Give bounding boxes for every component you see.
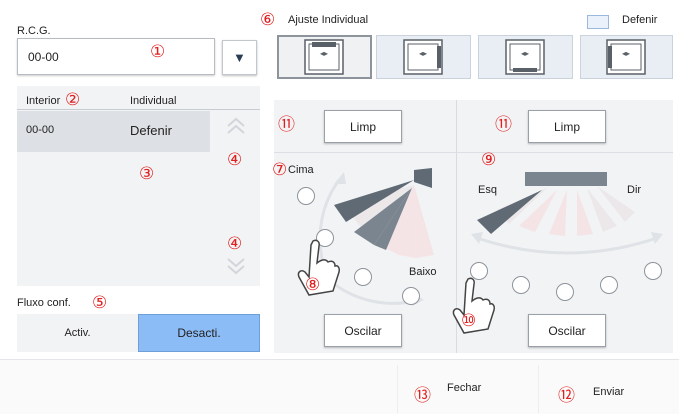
scroll-down-icon[interactable] <box>225 256 247 276</box>
fluxo-label: Fluxo conf. <box>17 297 71 309</box>
louver-1-button[interactable]: ◂▸ <box>277 35 372 79</box>
fluxo-activ-button[interactable]: Activ. <box>17 314 138 352</box>
callout-12: ⑫ <box>558 386 575 406</box>
callout-10: ⑩ <box>461 311 477 331</box>
vertical-oscilar-button[interactable]: Oscilar <box>324 314 402 347</box>
rcg-select[interactable]: 00-00 <box>17 38 215 75</box>
horizontal-radio-4[interactable] <box>600 276 618 294</box>
callout-8: ⑧ <box>305 275 321 295</box>
chevron-down-icon: ▼ <box>233 50 246 65</box>
horizontal-radio-5[interactable] <box>644 262 662 280</box>
vertical-radio-4[interactable] <box>402 287 420 305</box>
louver-3-icon: ◂▸ <box>505 39 545 75</box>
list-item[interactable]: 00-00 Defenir <box>17 111 210 152</box>
svg-text:◂▸: ◂▸ <box>419 49 427 58</box>
callout-2: ② <box>65 90 81 110</box>
fluxo-desacti-label: Desacti. <box>177 326 221 340</box>
louver-1-icon: ◂▸ <box>304 39 344 75</box>
louver-4-button[interactable]: ◂▸ <box>580 35 673 79</box>
ajuste-title: Ajuste Individual <box>288 14 369 26</box>
horizontal-oscilar-button[interactable]: Oscilar <box>528 314 606 347</box>
callout-5: ⑤ <box>92 293 108 313</box>
callout-4: ④ <box>227 150 243 170</box>
vertical-oscilar-label: Oscilar <box>344 323 382 338</box>
footer-bar <box>0 359 679 414</box>
callout-11: ⑪ <box>495 115 512 135</box>
louver-2-button[interactable]: ◂▸ <box>376 35 471 79</box>
vertical-radio-3[interactable] <box>354 268 372 286</box>
fluxo-toggle: Activ. Desacti. <box>17 314 260 352</box>
louver-4-icon: ◂▸ <box>606 39 646 75</box>
horizontal-limp-button[interactable]: Limp <box>528 110 606 143</box>
callout-9: ⑨ <box>481 150 497 170</box>
fluxo-activ-label: Activ. <box>64 327 91 339</box>
vertical-limp-label: Limp <box>349 119 376 134</box>
callout-3: ③ <box>139 164 155 184</box>
defenir-checkbox[interactable] <box>587 15 609 29</box>
horizontal-limp-label: Limp <box>553 119 580 134</box>
col-interior: Interior <box>26 95 61 107</box>
svg-text:◂▸: ◂▸ <box>622 49 630 58</box>
list-item-interior: 00-00 <box>26 124 55 136</box>
enviar-button[interactable]: Enviar <box>593 386 624 398</box>
horizontal-oscilar-label: Oscilar <box>548 323 586 338</box>
svg-text:◂▸: ◂▸ <box>320 49 328 58</box>
fluxo-desacti-button[interactable]: Desacti. <box>138 314 260 352</box>
callout-7: ⑦ <box>272 160 288 180</box>
rcg-dropdown-button[interactable]: ▼ <box>222 40 257 75</box>
horizontal-airflow-diagram <box>471 172 663 255</box>
horizontal-radio-2[interactable] <box>512 276 530 294</box>
scroll-up-icon[interactable] <box>225 116 247 136</box>
col-individual: Individual <box>130 95 177 107</box>
louver-3-button[interactable]: ◂▸ <box>478 35 573 79</box>
defenir-label: Defenir <box>622 14 658 26</box>
fechar-button[interactable]: Fechar <box>447 382 481 394</box>
svg-text:◂▸: ◂▸ <box>521 49 529 58</box>
rcg-label: R.C.G. <box>17 25 51 37</box>
footer-divider <box>397 365 398 413</box>
list-item-individual: Defenir <box>130 123 172 138</box>
callout-6: ⑥ <box>260 10 276 30</box>
vertical-limp-button[interactable]: Limp <box>324 110 402 143</box>
rcg-value: 00-00 <box>28 50 59 64</box>
callout-1: ① <box>150 42 166 62</box>
interior-list: Interior Individual 00-00 Defenir <box>17 86 260 286</box>
callout-11: ⑪ <box>278 115 295 135</box>
callout-4: ④ <box>227 234 243 254</box>
footer-divider <box>538 365 539 413</box>
horizontal-radio-3[interactable] <box>556 283 574 301</box>
callout-13: ⑬ <box>414 386 431 406</box>
vertical-radio-1[interactable] <box>297 187 315 205</box>
louver-2-icon: ◂▸ <box>403 39 443 75</box>
